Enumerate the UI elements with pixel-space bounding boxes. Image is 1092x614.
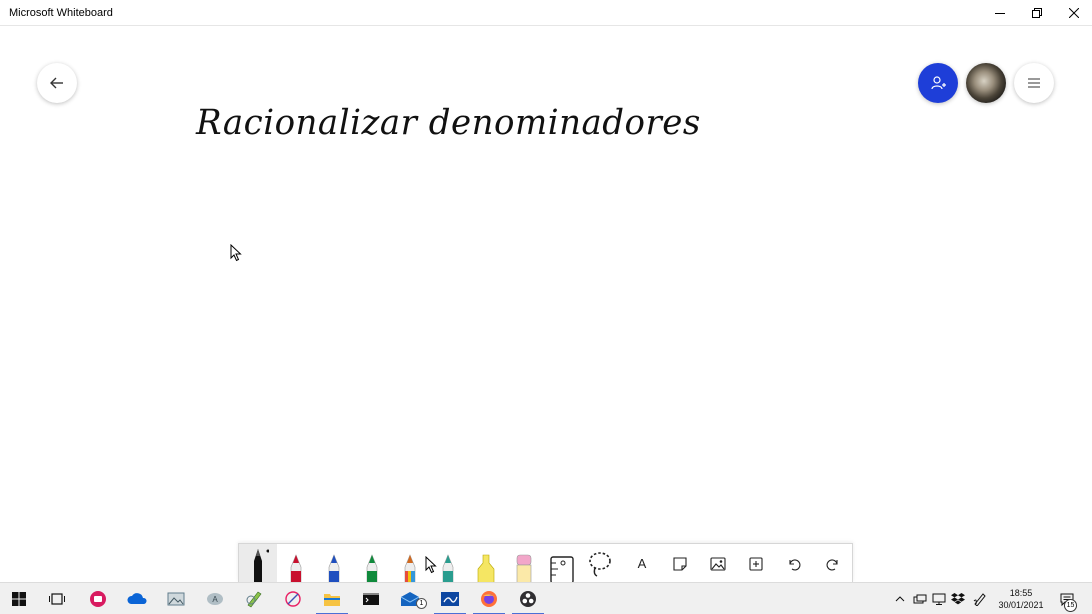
lasso-icon xyxy=(589,551,611,577)
taskbar-photos[interactable] xyxy=(157,583,195,614)
tool-rainbow-pen[interactable] xyxy=(391,544,429,583)
close-button[interactable] xyxy=(1055,0,1092,26)
onedrive-icon xyxy=(127,593,147,604)
start-icon xyxy=(12,592,26,606)
terminal-icon xyxy=(363,593,379,605)
back-button[interactable] xyxy=(37,63,77,103)
tool-redo[interactable] xyxy=(814,544,852,583)
network-icon xyxy=(932,593,946,605)
taskbar-app[interactable]: A xyxy=(196,583,234,614)
image-icon xyxy=(710,556,726,571)
tool-highlighter[interactable] xyxy=(467,544,505,583)
whiteboard-icon xyxy=(441,592,459,606)
clock-date: 30/01/2021 xyxy=(998,600,1044,610)
tool-blue-pen[interactable] xyxy=(315,544,353,583)
tray-network[interactable] xyxy=(931,591,947,607)
ruler-icon xyxy=(550,556,574,583)
text-icon: A xyxy=(637,556,647,571)
taskbar-terminal[interactable] xyxy=(352,583,390,614)
tool-red-pen[interactable] xyxy=(277,544,315,583)
svg-text:A: A xyxy=(212,595,218,604)
taskbar-firefox[interactable] xyxy=(470,583,508,614)
windows-taskbar: A 1 18:55 30/01/2021 15 xyxy=(0,582,1092,614)
tool-green-pen[interactable] xyxy=(353,544,391,583)
tool-lasso[interactable] xyxy=(581,544,619,583)
whiteboard-canvas[interactable]: Racionalizar denominadores xyxy=(0,27,1092,582)
tool-add[interactable] xyxy=(737,544,775,583)
pen-icon xyxy=(290,554,302,583)
restore-icon xyxy=(1031,8,1042,18)
taskbar-screen-recorder[interactable] xyxy=(79,583,117,614)
taskbar-clock[interactable]: 18:55 30/01/2021 xyxy=(992,587,1050,611)
taskbar-snip[interactable] xyxy=(274,583,312,614)
notification-count-badge: 15 xyxy=(1064,599,1077,612)
eraser-icon xyxy=(516,554,532,583)
tool-undo[interactable] xyxy=(775,544,813,583)
mouse-pointer-icon xyxy=(425,556,437,574)
obs-icon xyxy=(520,591,536,607)
file-explorer-icon xyxy=(324,594,340,606)
title-bar: Microsoft Whiteboard xyxy=(0,0,1092,26)
app-icon: A xyxy=(207,593,223,605)
highlighter-icon xyxy=(477,554,495,583)
pen-icon xyxy=(328,554,340,583)
close-icon xyxy=(1068,8,1079,18)
paint-icon xyxy=(246,591,262,608)
start-button[interactable] xyxy=(0,583,38,614)
restore-button[interactable] xyxy=(1018,0,1055,26)
hardware-icon xyxy=(913,594,927,604)
add-icon xyxy=(749,556,763,571)
task-view-button[interactable] xyxy=(38,583,76,614)
taskbar-mail[interactable]: 1 xyxy=(391,583,429,614)
photos-icon xyxy=(167,592,185,606)
minimize-icon xyxy=(994,13,1005,14)
pen-icon xyxy=(442,554,454,583)
chevron-up-icon xyxy=(895,596,905,602)
tray-chevron[interactable] xyxy=(892,591,908,607)
minimize-button[interactable] xyxy=(981,0,1018,26)
tool-text[interactable]: A xyxy=(623,544,661,583)
mouse-pointer-icon xyxy=(230,244,242,262)
snip-icon xyxy=(285,591,301,607)
ink-toolbar: A xyxy=(238,543,853,583)
pen-icon xyxy=(366,554,378,583)
tray-dropbox[interactable] xyxy=(950,591,966,607)
note-icon xyxy=(673,556,687,571)
tool-eraser[interactable] xyxy=(505,544,543,583)
taskbar-obs[interactable] xyxy=(509,583,547,614)
task-view-icon xyxy=(49,593,65,605)
clock-time: 18:55 xyxy=(1009,588,1033,598)
window-title: Microsoft Whiteboard xyxy=(9,7,113,19)
tool-ruler[interactable] xyxy=(543,544,581,583)
taskbar-paint[interactable] xyxy=(235,583,273,614)
redo-icon xyxy=(826,558,838,570)
dropbox-icon xyxy=(951,593,965,605)
tray-hardware[interactable] xyxy=(912,591,928,607)
taskbar-whiteboard[interactable] xyxy=(431,583,469,614)
mail-badge: 1 xyxy=(416,598,427,609)
undo-icon xyxy=(789,558,801,570)
tool-note[interactable] xyxy=(661,544,699,583)
firefox-icon xyxy=(481,591,497,607)
share-button[interactable] xyxy=(918,63,958,103)
taskbar-file-explorer[interactable] xyxy=(313,583,351,614)
tool-black-pen[interactable] xyxy=(239,544,277,583)
tool-image[interactable] xyxy=(699,544,737,583)
whiteboard-window: Microsoft Whiteboard Racionalizar denomi… xyxy=(0,0,1092,614)
tray-pen[interactable] xyxy=(972,591,988,607)
user-avatar[interactable] xyxy=(966,63,1006,103)
handwritten-title: Racionalizar denominadores xyxy=(196,102,701,144)
screen-recorder-icon xyxy=(90,591,106,607)
arrow-left-icon xyxy=(50,77,63,89)
taskbar-onedrive[interactable] xyxy=(118,583,156,614)
pen-icon xyxy=(404,554,416,583)
pen-workspace-icon xyxy=(973,593,986,606)
hamburger-menu-icon xyxy=(1028,78,1040,88)
menu-button[interactable] xyxy=(1014,63,1054,103)
pen-icon xyxy=(254,549,269,583)
add-person-icon xyxy=(931,76,946,90)
